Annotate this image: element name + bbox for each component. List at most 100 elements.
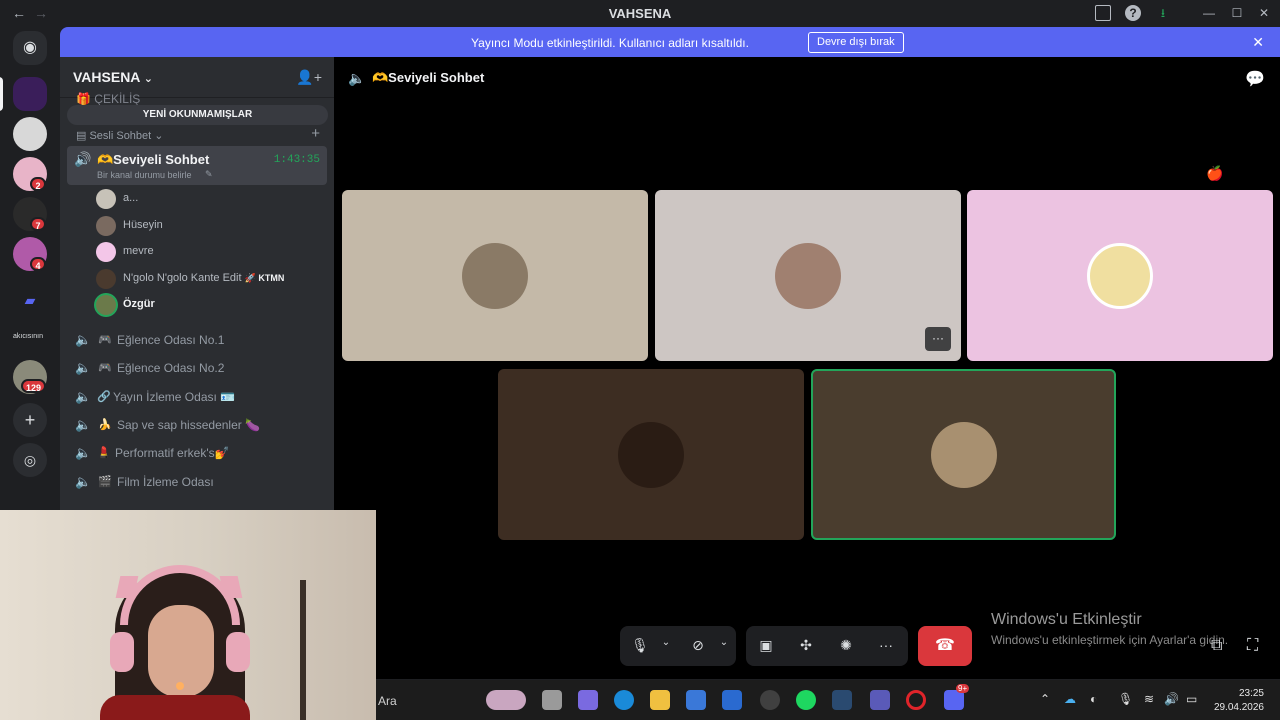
voice-channel[interactable]: 🔈 🎬 Film İzleme Odası <box>75 470 325 494</box>
invite-people-icon[interactable]: 👤+ <box>296 69 322 86</box>
voice-channel[interactable]: 🔈 🔗 Yayın İzleme Odası 🪪 <box>75 385 325 409</box>
discord-taskbar-icon[interactable] <box>944 690 964 710</box>
voice-user[interactable]: Özgür <box>96 294 316 316</box>
voice-user[interactable]: N'golo N'golo Kante Edit 🚀 KTMN <box>96 268 316 290</box>
wifi-icon[interactable]: ≋ <box>1144 692 1154 706</box>
voice-channel[interactable]: 🔈 🎮 Eğlence Odası No.2 <box>75 356 325 380</box>
participant-tile[interactable] <box>498 369 804 540</box>
steam-icon[interactable] <box>832 690 852 710</box>
maximize-icon[interactable]: ☐ <box>1229 5 1245 21</box>
disable-streamer-mode-button[interactable]: Devre dışı bırak <box>808 32 904 53</box>
spotify-icon[interactable] <box>796 690 816 710</box>
onedrive-icon[interactable]: ☁ <box>1064 692 1076 706</box>
microphone-icon[interactable]: 🎙 <box>630 637 650 654</box>
speaker-icon: 🔊 <box>74 151 92 167</box>
new-unreads-pill[interactable]: YENİ OKUNMAMIŞLAR <box>67 105 328 125</box>
participant-avatar <box>1087 242 1153 309</box>
search-highlight-icon[interactable] <box>486 690 526 710</box>
server-name-header[interactable]: VAHSENA ⌄ <box>73 69 153 85</box>
help-icon[interactable]: ? <box>1125 5 1141 21</box>
voice-user[interactable]: mevre <box>96 241 316 263</box>
close-window-icon[interactable]: ✕ <box>1256 5 1272 21</box>
channel-status[interactable]: Bir kanal durumu belirle <box>97 170 192 180</box>
camera-options-chevron-icon[interactable]: ⌄ <box>714 637 734 648</box>
background-pole <box>300 580 306 720</box>
window-title: VAHSENA <box>608 6 672 21</box>
download-icon[interactable]: ⭳ <box>1155 5 1171 21</box>
add-server-icon[interactable]: + <box>13 403 47 437</box>
more-options-button[interactable]: ··· <box>925 327 951 351</box>
voice-channel[interactable]: 🔈 🍌 Sap ve sap hissedenler 🍆 <box>75 413 325 437</box>
store-icon[interactable] <box>686 690 706 710</box>
active-voice-channel[interactable]: 🔊 🫶Seviyeli Sohbet 1:43:35 Bir kanal dur… <box>67 146 327 185</box>
minimize-icon[interactable]: — <box>1201 5 1217 21</box>
file-explorer-icon[interactable] <box>650 690 670 710</box>
participant-tile[interactable]: ··· <box>655 190 961 361</box>
headset-band <box>120 565 240 625</box>
mention-badge: 129 <box>21 379 47 393</box>
folder-icon[interactable]: ▰ <box>13 283 47 317</box>
category-voice[interactable]: ▤ Sesli Sohbet ⌄ <box>76 129 164 142</box>
outlook-icon[interactable] <box>722 690 742 710</box>
soundboard-icon[interactable]: ✺ <box>836 637 856 654</box>
inbox-icon[interactable] <box>1095 5 1111 21</box>
tray-mic-icon[interactable]: 🎙 <box>1118 692 1133 706</box>
channel-cut[interactable]: 🎁 ÇEKİLİŞ <box>76 92 140 106</box>
camera-off-icon[interactable]: ⊘ <box>688 637 708 654</box>
disconnect-button[interactable]: ☎ <box>918 626 972 666</box>
more-icon[interactable]: ··· <box>876 637 896 653</box>
copilot-icon[interactable] <box>578 690 598 710</box>
chat-bubble-icon[interactable]: 💬 <box>1245 69 1265 89</box>
speaker-icon: 🔈 <box>75 389 92 404</box>
voice-user[interactable]: a... <box>96 188 316 210</box>
fullscreen-icon[interactable]: ⛶ <box>1247 637 1258 655</box>
tray-app-icon[interactable]: ◐ <box>1090 692 1097 706</box>
participant-tile[interactable] <box>342 190 648 361</box>
taskbar-search[interactable]: Ara <box>378 694 397 708</box>
voice-user-name: a... <box>123 192 139 204</box>
discover-icon[interactable]: ◎ <box>13 443 47 477</box>
voice-user[interactable]: Hüseyin <box>96 215 316 237</box>
banner-text: Yayıncı Modu etkinleştirildi. Kullanıcı … <box>471 36 749 50</box>
voice-user-label: N'golo N'golo Kante Edit <box>123 272 242 284</box>
webcam-overlay <box>0 510 376 720</box>
screen-share-icon[interactable]: ▣ <box>756 637 776 654</box>
activities-icon[interactable]: ✣ <box>796 637 816 654</box>
selected-pill <box>0 77 3 111</box>
battery-icon[interactable]: ▭ <box>1186 692 1197 706</box>
clock[interactable]: 23:25 29.04.2026 <box>1214 687 1264 715</box>
voice-channel[interactable]: 🔈 🎮 Eğlence Odası No.1 <box>75 328 325 352</box>
audio-controls: 🎙 ⌄ ⊘ ⌄ <box>620 626 736 666</box>
participant-avatar <box>462 242 528 309</box>
channel-emoji: 🎮 <box>98 362 112 374</box>
discord-home-icon[interactable]: ◉ <box>13 31 47 65</box>
speaker-icon: 🔈 <box>75 417 92 432</box>
mic-options-chevron-icon[interactable]: ⌄ <box>656 637 676 648</box>
edge-icon[interactable] <box>614 690 634 710</box>
tray-chevron-icon[interactable]: ⌃ <box>1040 692 1050 706</box>
category-label: Sesli Sohbet <box>89 130 152 142</box>
teams-icon[interactable] <box>870 690 890 710</box>
streamer-mode-banner: Yayıncı Modu etkinleştirildi. Kullanıcı … <box>60 27 1280 57</box>
server-truncated-label[interactable]: akıcısının <box>13 333 43 340</box>
create-channel-icon[interactable]: + <box>311 125 320 142</box>
participant-tile-speaking[interactable] <box>811 369 1116 540</box>
banner-close-icon[interactable]: ✕ <box>1252 34 1264 51</box>
participant-tile[interactable] <box>967 190 1273 361</box>
person-shirt <box>100 695 250 720</box>
watermark-subtitle: Windows'u etkinleştirmek için Ayarlar'a … <box>991 633 1229 647</box>
server-vahsena[interactable] <box>13 77 47 111</box>
voice-channel[interactable]: 🔈 💄 Performatif erkek's💅 <box>75 441 325 465</box>
pop-out-icon[interactable]: ⧉ <box>1211 637 1222 655</box>
activity-controls: ▣ ✣ ✺ ··· <box>746 626 908 666</box>
pencil-icon[interactable]: ✎ <box>205 169 213 180</box>
title-bar: ← → VAHSENA ? ⭳ — ☐ ✕ <box>0 0 1280 27</box>
volume-icon[interactable]: 🔊 <box>1164 692 1179 706</box>
task-view-icon[interactable] <box>542 690 562 710</box>
avatar-speaking <box>96 295 116 315</box>
activity-icon[interactable]: 🍎 <box>1206 165 1223 182</box>
server-icon-2[interactable] <box>13 117 47 151</box>
obs-icon[interactable] <box>760 690 780 710</box>
speaker-icon: 🔈 <box>75 445 92 460</box>
opera-icon[interactable] <box>906 690 926 710</box>
